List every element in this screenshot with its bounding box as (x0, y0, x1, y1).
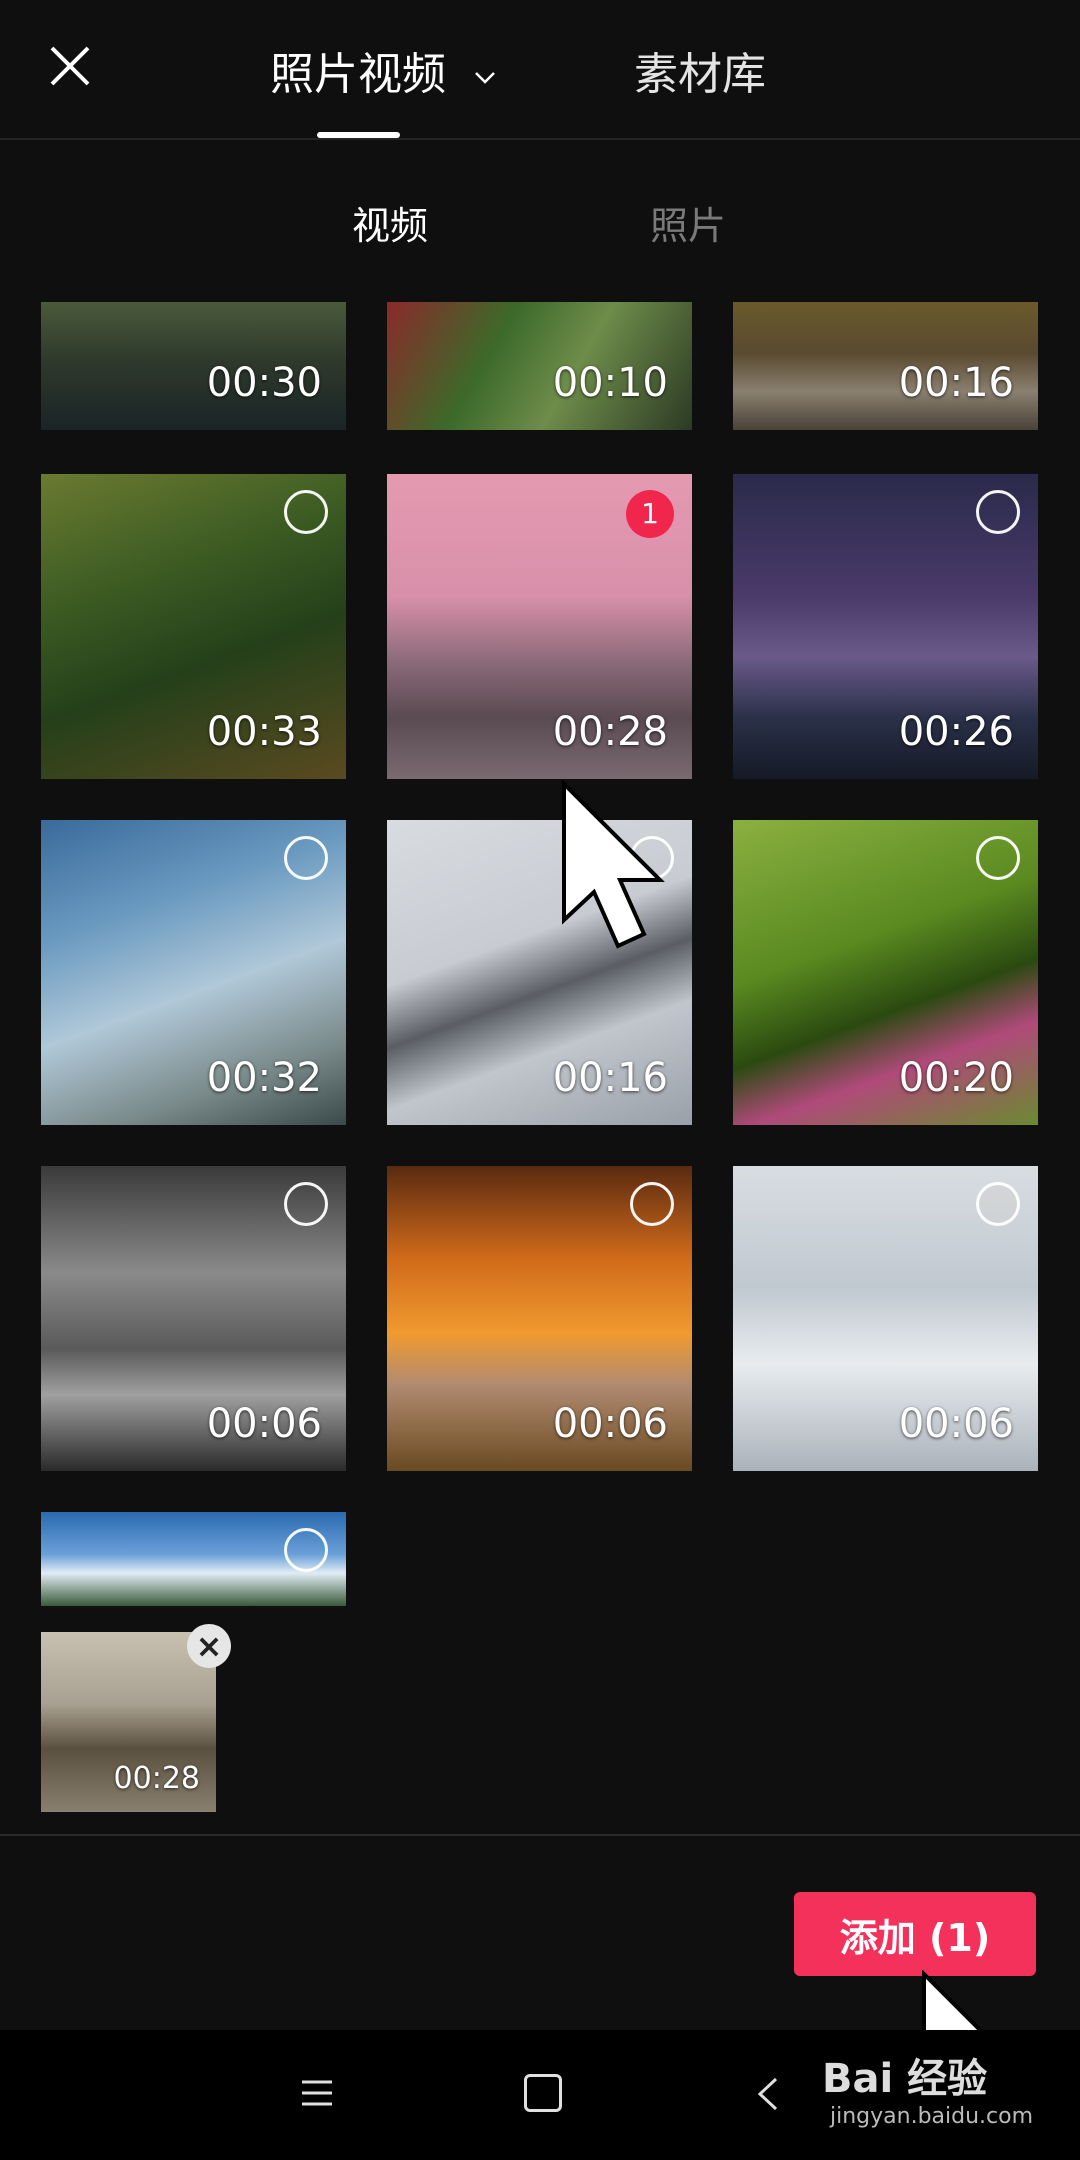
media-tile[interactable]: 00:30 (41, 302, 346, 430)
duration-label: 00:06 (898, 1401, 1014, 1447)
top-bar: 照片视频 素材库 (0, 0, 1080, 140)
selected-media-thumbnail[interactable]: 00:28 (41, 1632, 216, 1812)
duration-label: 00:06 (206, 1401, 322, 1447)
select-circle[interactable] (976, 490, 1020, 534)
duration-label: 00:06 (552, 1401, 668, 1447)
home-icon[interactable] (524, 2074, 562, 2112)
media-tile[interactable]: 00:32 (41, 820, 346, 1125)
add-button[interactable]: 添加 (1) (794, 1892, 1036, 1976)
select-circle[interactable] (976, 1182, 1020, 1226)
duration-label: 00:16 (552, 1055, 668, 1101)
remove-icon[interactable]: × (187, 1624, 231, 1668)
back-icon[interactable] (756, 2076, 780, 2112)
media-tile[interactable]: 00:06 (41, 1166, 346, 1471)
media-tile[interactable]: 00:26 (733, 474, 1038, 779)
select-circle[interactable] (976, 836, 1020, 880)
media-tile[interactable]: 00:06 (733, 1166, 1038, 1471)
selection-count-badge[interactable]: 1 (626, 490, 674, 538)
duration-label: 00:32 (206, 1055, 322, 1101)
select-circle[interactable] (284, 836, 328, 880)
duration-label: 00:28 (113, 1761, 200, 1796)
media-tile[interactable] (41, 1512, 346, 1606)
active-tab-indicator (317, 132, 400, 138)
watermark-logo: Bai 经验 (822, 2056, 988, 2102)
media-tile[interactable]: 1 00:28 (387, 474, 692, 779)
duration-label: 00:33 (206, 709, 322, 755)
watermark-url: jingyan.baidu.com (830, 2104, 1034, 2129)
tab-material-library[interactable]: 素材库 (634, 38, 766, 102)
pointer-cursor-icon (562, 780, 665, 949)
tab-photo-video[interactable]: 照片视频 (270, 38, 498, 102)
duration-label: 00:16 (898, 360, 1014, 406)
duration-label: 00:20 (898, 1055, 1014, 1101)
media-tile[interactable]: 00:16 (733, 302, 1038, 430)
select-circle[interactable] (630, 1182, 674, 1226)
media-tile[interactable]: 00:33 (41, 474, 346, 779)
system-nav-bar: Bai 经验 jingyan.baidu.com (0, 2030, 1080, 2160)
media-tile[interactable]: 00:20 (733, 820, 1038, 1125)
select-circle[interactable] (284, 1182, 328, 1226)
recent-apps-icon[interactable] (300, 2076, 334, 2110)
close-icon[interactable] (40, 36, 100, 96)
selected-media-tray: 00:28 (0, 1632, 1080, 1832)
duration-label: 00:26 (898, 709, 1014, 755)
divider (0, 1834, 1080, 1836)
tab-photo-video-label: 照片视频 (270, 49, 446, 100)
select-circle[interactable] (284, 1528, 328, 1572)
duration-label: 00:28 (552, 709, 668, 755)
chevron-down-icon (475, 72, 495, 84)
duration-label: 00:10 (552, 360, 668, 406)
subtab-video[interactable]: 视频 (352, 195, 428, 250)
subtab-photo[interactable]: 照片 (650, 195, 726, 250)
select-circle[interactable] (284, 490, 328, 534)
duration-label: 00:30 (206, 360, 322, 406)
media-tile[interactable]: 00:10 (387, 302, 692, 430)
media-tile[interactable]: 00:06 (387, 1166, 692, 1471)
